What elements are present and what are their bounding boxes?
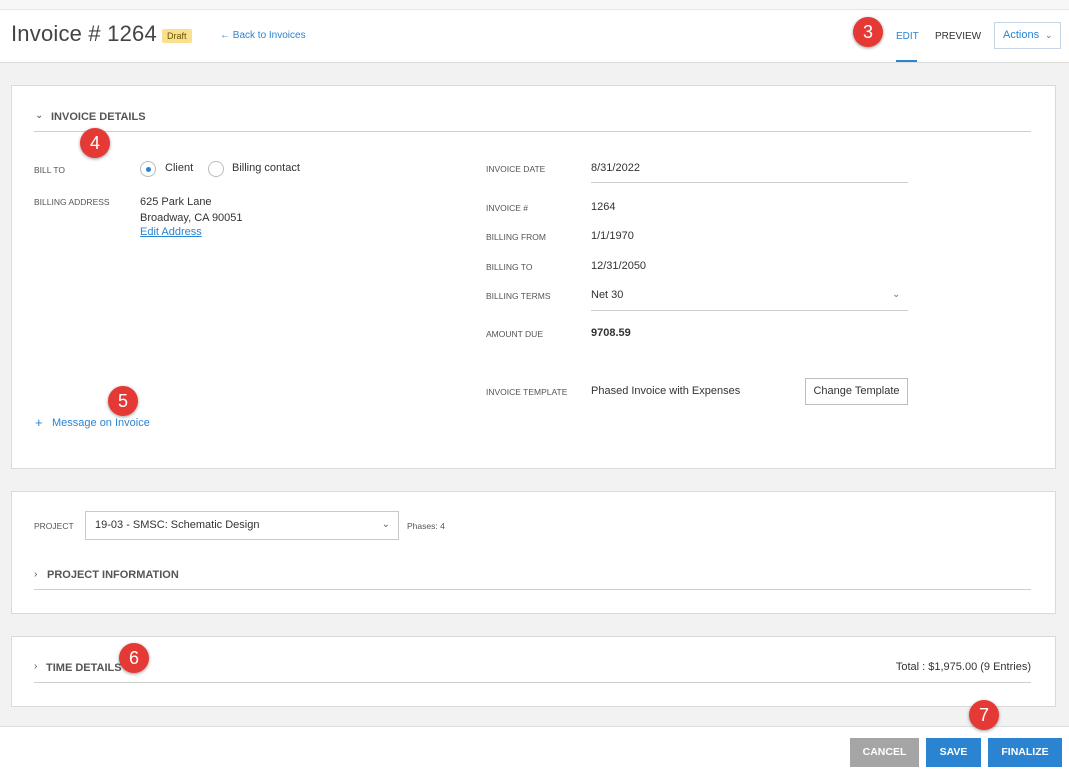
invoice-date-label: INVOICE DATE	[486, 164, 546, 174]
top-strip	[0, 0, 1069, 10]
radio-selected-dot	[146, 167, 151, 172]
billing-from-value: 1/1/1970	[591, 230, 634, 242]
invoice-template-label: INVOICE TEMPLATE	[486, 387, 568, 397]
project-information-header[interactable]: PROJECT INFORMATION	[47, 569, 179, 581]
step-marker-4: 4	[80, 128, 110, 158]
step-marker-5: 5	[108, 386, 138, 416]
chevron-right-icon[interactable]: ›	[34, 569, 37, 580]
page-header: Invoice # 1264 Draft ← Back to Invoices …	[0, 10, 1069, 63]
save-button[interactable]: SAVE	[926, 738, 981, 767]
billing-from-label: BILLING FROM	[486, 232, 546, 242]
address-line1: 625 Park Lane	[140, 196, 212, 208]
field-underline	[591, 182, 908, 183]
step-marker-6: 6	[119, 643, 149, 673]
time-details-total: Total : $1,975.00 (9 Entries)	[895, 661, 1031, 673]
back-to-invoices-link[interactable]: ← Back to Invoices	[220, 30, 306, 41]
time-details-header[interactable]: TIME DETAILS	[46, 662, 122, 674]
cancel-button[interactable]: CANCEL	[850, 738, 919, 767]
invoice-number-value: 1264	[591, 201, 616, 213]
chevron-down-icon[interactable]: ⌄	[35, 110, 43, 121]
actions-label: Actions	[1003, 29, 1040, 41]
change-template-button[interactable]: Change Template	[805, 378, 908, 405]
project-select[interactable]: 19-03 - SMSC: Schematic Design ⌄	[85, 511, 399, 540]
chevron-down-icon[interactable]: ⌄	[892, 289, 900, 300]
invoice-number-label: INVOICE #	[486, 203, 529, 213]
project-card	[11, 491, 1056, 614]
page-title: Invoice # 1264	[11, 21, 157, 46]
bill-to-label: BILL TO	[34, 165, 66, 175]
invoice-details-header[interactable]: INVOICE DETAILS	[51, 111, 146, 123]
address-line2: Broadway, CA 90051	[140, 212, 243, 224]
finalize-button[interactable]: FINALIZE	[988, 738, 1062, 767]
amount-due-label: AMOUNT DUE	[486, 329, 543, 339]
chevron-down-icon: ⌄	[1045, 30, 1053, 40]
invoice-details-card	[11, 85, 1056, 469]
divider	[34, 682, 1031, 683]
project-label: PROJECT	[34, 521, 74, 531]
tab-active-indicator	[896, 60, 917, 62]
project-select-value: 19-03 - SMSC: Schematic Design	[95, 519, 260, 531]
radio-billing-contact-label: Billing contact	[232, 162, 300, 174]
tab-edit[interactable]: EDIT	[896, 31, 919, 42]
field-underline	[591, 310, 908, 311]
billing-to-label: BILLING TO	[486, 262, 533, 272]
step-marker-3: 3	[853, 17, 883, 47]
billing-to-value: 12/31/2050	[591, 260, 647, 272]
divider	[34, 131, 1031, 132]
billing-terms-label: BILLING TERMS	[486, 291, 551, 301]
radio-client-label: Client	[165, 162, 194, 174]
edit-address-link[interactable]: Edit Address	[140, 226, 202, 238]
invoice-date-field[interactable]: 8/31/2022	[591, 162, 640, 174]
billing-terms-select[interactable]: Net 30	[591, 289, 623, 301]
divider	[34, 589, 1031, 590]
amount-due-value: 9708.59	[591, 327, 631, 339]
tab-preview[interactable]: PREVIEW	[935, 31, 981, 42]
chevron-right-icon[interactable]: ›	[34, 661, 37, 672]
message-on-invoice-link[interactable]: Message on Invoice	[52, 417, 150, 429]
status-badge: Draft	[162, 29, 192, 43]
step-marker-7: 7	[969, 700, 999, 730]
invoice-template-value: Phased Invoice with Expenses	[591, 385, 741, 397]
radio-billing-contact[interactable]	[208, 161, 224, 177]
actions-dropdown-button[interactable]: Actions ⌄	[994, 22, 1061, 49]
billing-address-label: BILLING ADDRESS	[34, 197, 110, 207]
chevron-down-icon: ⌄	[381, 519, 390, 530]
plus-icon[interactable]: +	[35, 415, 43, 430]
radio-client[interactable]	[140, 161, 156, 177]
phases-count: Phases: 4	[407, 521, 445, 531]
